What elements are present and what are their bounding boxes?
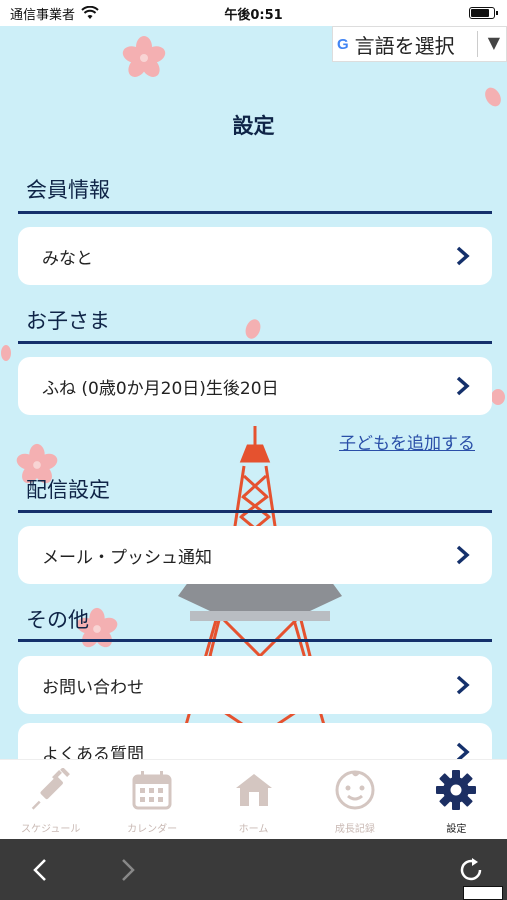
settings-content[interactable]: G 言語を選択 ▼ 設定 会員情報 みなと お子さま ふね (0歳0か月20日)… <box>0 26 507 759</box>
chevron-right-icon <box>456 376 470 396</box>
section-divider <box>18 639 492 642</box>
gear-icon <box>436 770 477 810</box>
add-child-link[interactable]: 子どもを追加する <box>339 429 475 454</box>
tab-label: カレンダー <box>127 824 178 835</box>
app-screen: 通信事業者 午後0:51 G 言語を選択 ▼ 設定 会員情報 みなと お子さま … <box>0 0 507 900</box>
tab-growth-record[interactable]: 成長記録 <box>304 760 405 839</box>
tab-settings[interactable]: 設定 <box>406 760 507 839</box>
section-divider <box>18 211 492 214</box>
section-divider <box>18 510 492 513</box>
dropdown-arrow-icon: ▼ <box>487 33 500 52</box>
back-arrow-icon[interactable] <box>28 857 52 883</box>
petal-icon <box>245 319 261 339</box>
section-heading-children: お子さま <box>26 309 110 333</box>
status-time: 午後0:51 <box>224 7 283 23</box>
section-heading-delivery: 配信設定 <box>26 478 110 502</box>
chevron-right-icon <box>456 742 470 759</box>
tab-label: 成長記録 <box>334 824 375 835</box>
chevron-right-icon <box>456 246 470 266</box>
tab-label: ホーム <box>238 824 269 835</box>
syringe-icon <box>31 768 70 810</box>
petal-icon <box>491 389 505 405</box>
section-heading-other: その他 <box>26 608 89 632</box>
sakura-flower-icon <box>122 36 166 77</box>
google-logo-icon: G <box>337 35 349 53</box>
contact-label: お問い合わせ <box>42 677 144 698</box>
divider <box>477 31 478 57</box>
chevron-right-icon <box>456 675 470 695</box>
tab-bar: スケジュール カレンダー ホーム 成長記録 設定 <box>0 759 507 839</box>
status-bar: 通信事業者 午後0:51 <box>0 0 507 26</box>
forward-arrow-icon[interactable] <box>116 857 140 883</box>
section-heading-member: 会員情報 <box>26 178 110 202</box>
page-title: 設定 <box>232 114 275 138</box>
faq-label: よくある質問 <box>42 744 144 760</box>
reload-icon[interactable] <box>458 857 486 883</box>
faq-row[interactable]: よくある質問 <box>18 723 492 759</box>
tab-label: 設定 <box>446 824 467 835</box>
browser-toolbar <box>0 839 507 900</box>
thumbnail-overlay <box>463 886 503 900</box>
language-selector-label: 言語を選択 <box>354 33 455 58</box>
tab-home[interactable]: ホーム <box>203 760 304 839</box>
baby-face-icon <box>335 770 375 810</box>
contact-row[interactable]: お問い合わせ <box>18 656 492 714</box>
tab-schedule[interactable]: スケジュール <box>0 760 101 839</box>
battery-icon <box>469 7 498 19</box>
chevron-right-icon <box>456 545 470 565</box>
child-row[interactable]: ふね (0歳0か月20日)生後20日 <box>18 357 492 415</box>
member-row[interactable]: みなと <box>18 227 492 285</box>
calendar-icon <box>132 771 172 810</box>
tab-calendar[interactable]: カレンダー <box>101 760 202 839</box>
tab-label: スケジュール <box>21 824 81 835</box>
petal-icon <box>1 345 11 361</box>
language-selector[interactable]: G 言語を選択 ▼ <box>332 26 507 62</box>
house-icon <box>235 774 272 806</box>
member-name: みなと <box>42 248 93 269</box>
notification-settings-label: メール・プッシュ通知 <box>42 547 212 568</box>
petal-icon <box>485 87 501 107</box>
section-divider <box>18 341 492 344</box>
child-info: ふね (0歳0か月20日)生後20日 <box>42 378 279 399</box>
notification-settings-row[interactable]: メール・プッシュ通知 <box>18 526 492 584</box>
